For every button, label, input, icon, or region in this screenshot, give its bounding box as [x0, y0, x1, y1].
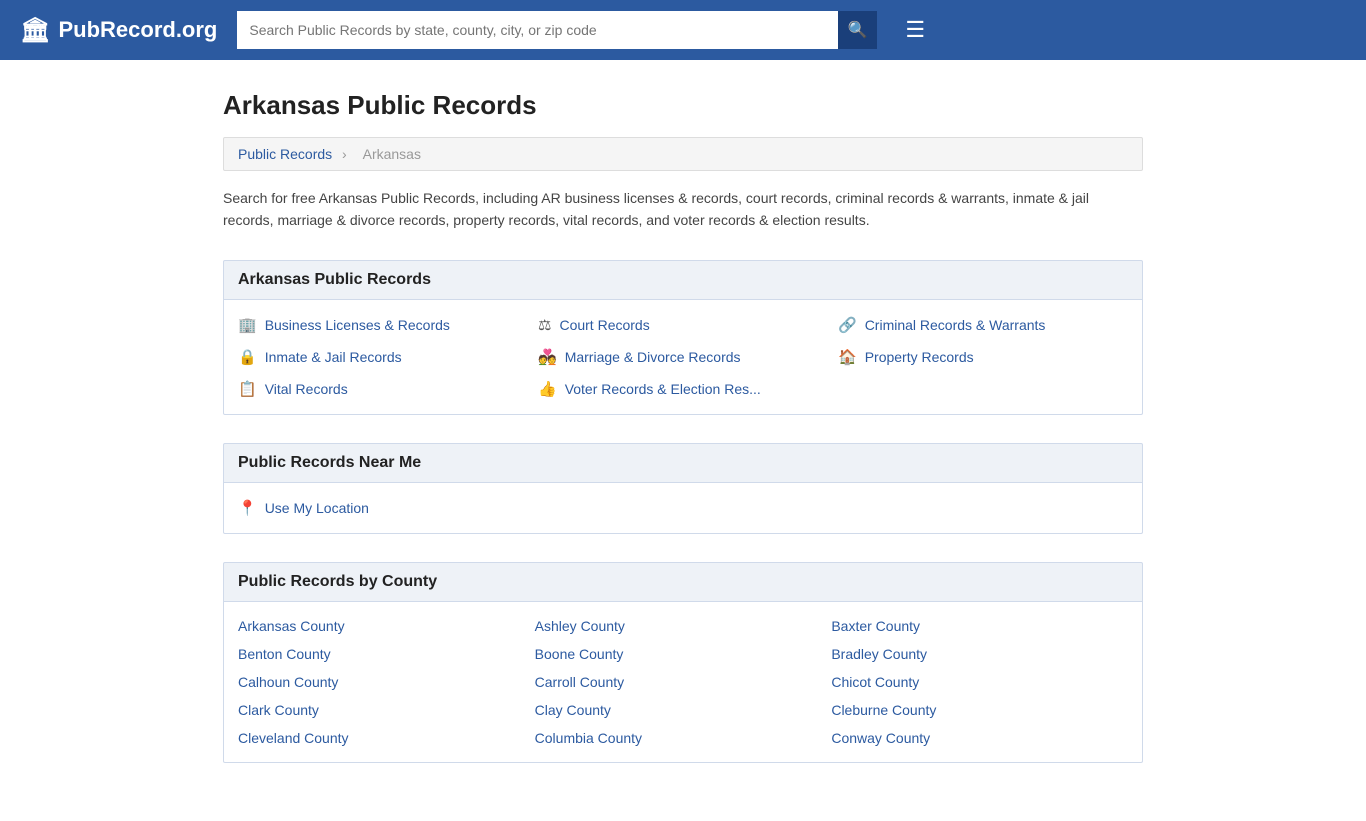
record-item-vital[interactable]: 📋 Vital Records: [238, 380, 528, 398]
record-item-court[interactable]: ⚖ Court Records: [538, 316, 828, 334]
search-input[interactable]: [237, 11, 838, 49]
record-label-criminal: Criminal Records & Warrants: [865, 317, 1046, 333]
record-label-voter: Voter Records & Election Res...: [565, 381, 761, 397]
county-link[interactable]: Carroll County: [535, 674, 832, 690]
breadcrumb: Public Records › Arkansas: [223, 137, 1143, 171]
breadcrumb-separator: ›: [342, 146, 347, 162]
county-section: Public Records by County Arkansas County…: [223, 562, 1143, 763]
record-item-marriage[interactable]: 💑 Marriage & Divorce Records: [538, 348, 828, 366]
county-link[interactable]: Columbia County: [535, 730, 832, 746]
county-link[interactable]: Arkansas County: [238, 618, 535, 634]
record-label-property: Property Records: [865, 349, 974, 365]
county-link[interactable]: Calhoun County: [238, 674, 535, 690]
near-me-heading: Public Records Near Me: [223, 443, 1143, 483]
records-section-heading: Arkansas Public Records: [223, 260, 1143, 300]
county-link[interactable]: Bradley County: [831, 646, 1128, 662]
logo[interactable]: 🏛 PubRecord.org: [20, 16, 217, 45]
property-icon: 🏠: [838, 348, 857, 366]
marriage-icon: 💑: [538, 348, 557, 366]
record-item-property[interactable]: 🏠 Property Records: [838, 348, 1128, 366]
county-link[interactable]: Benton County: [238, 646, 535, 662]
records-section: Arkansas Public Records 🏢 Business Licen…: [223, 260, 1143, 415]
record-item-criminal[interactable]: 🔗 Criminal Records & Warrants: [838, 316, 1128, 334]
vital-icon: 📋: [238, 380, 257, 398]
record-item-voter[interactable]: 👍 Voter Records & Election Res...: [538, 380, 828, 398]
menu-icon: ☰: [905, 17, 925, 42]
site-header: 🏛 PubRecord.org 🔍 ☰: [0, 0, 1366, 60]
page-description: Search for free Arkansas Public Records,…: [223, 187, 1143, 232]
search-button[interactable]: 🔍: [838, 11, 877, 49]
court-icon: ⚖: [538, 316, 551, 334]
records-section-body: 🏢 Business Licenses & Records ⚖ Court Re…: [223, 300, 1143, 415]
county-link[interactable]: Ashley County: [535, 618, 832, 634]
county-link[interactable]: Cleveland County: [238, 730, 535, 746]
main-content: Arkansas Public Records Public Records ›…: [203, 60, 1163, 821]
page-title: Arkansas Public Records: [223, 90, 1143, 121]
location-icon: 📍: [238, 499, 257, 517]
near-me-section: Public Records Near Me 📍 Use My Location: [223, 443, 1143, 534]
search-bar: 🔍: [237, 11, 877, 49]
county-heading: Public Records by County: [223, 562, 1143, 602]
record-label-court: Court Records: [559, 317, 649, 333]
county-link[interactable]: Clay County: [535, 702, 832, 718]
records-grid: 🏢 Business Licenses & Records ⚖ Court Re…: [238, 316, 1128, 398]
record-label-business: Business Licenses & Records: [265, 317, 450, 333]
record-label-marriage: Marriage & Divorce Records: [565, 349, 741, 365]
logo-icon: 🏛: [20, 16, 50, 45]
logo-text: PubRecord.org: [58, 17, 217, 43]
record-item-business[interactable]: 🏢 Business Licenses & Records: [238, 316, 528, 334]
record-label-inmate: Inmate & Jail Records: [265, 349, 402, 365]
use-my-location-label: Use My Location: [265, 500, 369, 516]
breadcrumb-parent[interactable]: Public Records: [238, 146, 332, 162]
inmate-icon: 🔒: [238, 348, 257, 366]
county-link[interactable]: Clark County: [238, 702, 535, 718]
menu-button[interactable]: ☰: [897, 13, 933, 47]
breadcrumb-current: Arkansas: [363, 146, 421, 162]
record-item-inmate[interactable]: 🔒 Inmate & Jail Records: [238, 348, 528, 366]
county-link[interactable]: Chicot County: [831, 674, 1128, 690]
near-me-body: 📍 Use My Location: [223, 483, 1143, 534]
county-body: Arkansas CountyAshley CountyBaxter Count…: [223, 602, 1143, 763]
county-link[interactable]: Boone County: [535, 646, 832, 662]
record-label-vital: Vital Records: [265, 381, 348, 397]
county-grid: Arkansas CountyAshley CountyBaxter Count…: [238, 618, 1128, 746]
criminal-icon: 🔗: [838, 316, 857, 334]
use-my-location[interactable]: 📍 Use My Location: [238, 499, 1128, 517]
county-link[interactable]: Cleburne County: [831, 702, 1128, 718]
county-link[interactable]: Conway County: [831, 730, 1128, 746]
business-icon: 🏢: [238, 316, 257, 334]
county-link[interactable]: Baxter County: [831, 618, 1128, 634]
voter-icon: 👍: [538, 380, 557, 398]
